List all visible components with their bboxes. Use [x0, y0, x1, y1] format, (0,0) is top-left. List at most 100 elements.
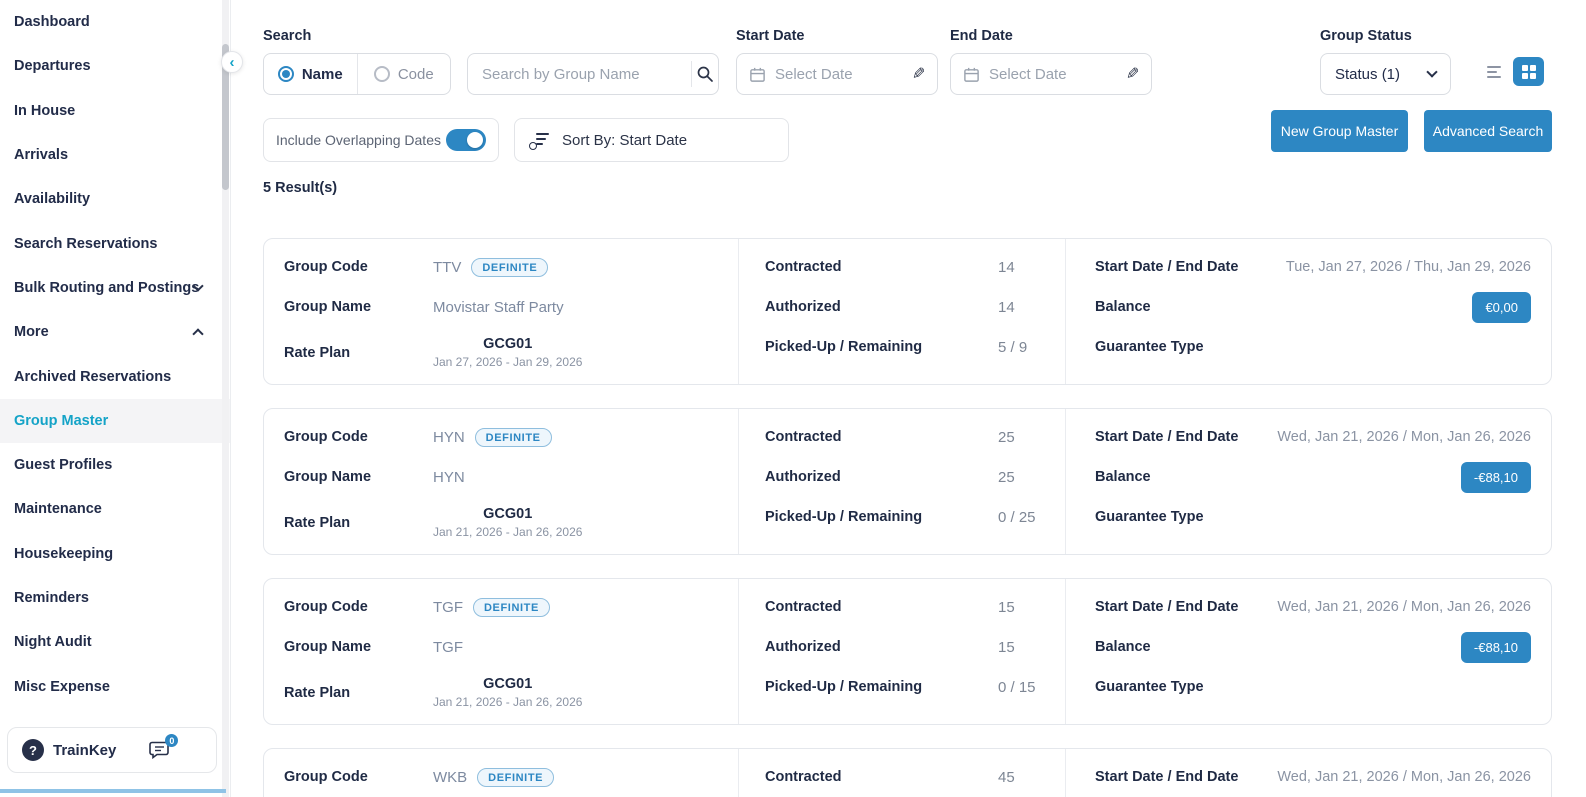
radio-code-icon[interactable] [374, 66, 390, 82]
contracted-value: 15 [998, 599, 1015, 616]
overlap-filter: Include Overlapping Dates [263, 118, 499, 162]
radio-code[interactable]: Code [357, 54, 451, 94]
radio-name-icon[interactable] [278, 66, 294, 82]
list-view-icon [1487, 66, 1501, 78]
group-master-card[interactable]: Group Code WKB DEFINITE Group Name Rate … [263, 748, 1552, 797]
balance-badge[interactable]: -€88,10 [1461, 462, 1531, 493]
sidebar-item-label: Housekeeping [14, 546, 113, 562]
sidebar-item-misc-expense[interactable]: Misc Expense [0, 664, 230, 708]
rate-plan-code: GCG01 [483, 506, 532, 522]
sidebar-item-label: Arrivals [14, 147, 68, 163]
radio-name[interactable]: Name [264, 54, 357, 94]
sidebar-item-archived-reservations[interactable]: Archived Reservations [0, 354, 230, 398]
help-icon[interactable]: ? [22, 739, 44, 761]
grid-view-icon [1522, 65, 1536, 79]
sidebar-item-label: Misc Expense [14, 679, 110, 695]
status-badge-text: DEFINITE [486, 432, 541, 444]
chevron-down-icon [1426, 66, 1437, 77]
balance-value: -€88,10 [1474, 640, 1518, 655]
rate-plan-dates: Jan 21, 2026 - Jan 26, 2026 [433, 695, 582, 709]
advanced-search-button[interactable]: Advanced Search [1424, 110, 1552, 152]
new-group-master-button[interactable]: New Group Master [1271, 110, 1408, 152]
search-type-segmented-control: Name Code [263, 53, 451, 95]
sidebar-item-departures[interactable]: Departures [0, 44, 230, 88]
grid-view-button[interactable] [1513, 57, 1544, 86]
group-master-card[interactable]: Group Code TGF DEFINITE Group Name TGF R… [263, 578, 1552, 725]
sidebar-item-label: Maintenance [14, 501, 102, 517]
card-counts-column: Contracted 15 Authorized 15 Picked-Up / … [738, 579, 1065, 724]
sidebar-item-maintenance[interactable]: Maintenance [0, 487, 230, 531]
start-date-input[interactable]: Select Date ✎ [736, 53, 938, 95]
balance-value: €0,00 [1485, 300, 1518, 315]
edit-icon[interactable]: ✎ [1126, 64, 1139, 84]
card-dates-column: Start Date / End Date Wed, Jan 21, 2026 … [1065, 409, 1551, 554]
sidebar-item-group-master[interactable]: Group Master [0, 399, 230, 443]
group-name-value: Movistar Staff Party [433, 299, 564, 316]
group-code-label: Group Code [284, 259, 433, 275]
contracted-label: Contracted [765, 259, 998, 275]
balance-badge[interactable]: €0,00 [1472, 292, 1531, 323]
guarantee-type-label: Guarantee Type [1095, 509, 1531, 525]
authorized-value: 15 [998, 639, 1015, 656]
chevron-up-icon [192, 329, 203, 340]
sidebar-item-dashboard[interactable]: Dashboard [0, 0, 230, 44]
card-counts-column: Contracted 25 Authorized 25 Picked-Up / … [738, 409, 1065, 554]
card-dates-column: Start Date / End Date Tue, Jan 27, 2026 … [1065, 239, 1551, 384]
sidebar-item-label: Reminders [14, 590, 89, 606]
sidebar-item-housekeeping[interactable]: Housekeeping [0, 532, 230, 576]
trainkey-widget[interactable]: ? TrainKey 0 [7, 727, 217, 773]
contracted-value: 25 [998, 429, 1015, 446]
app-window: Dashboard Departures In House Arrivals A… [0, 0, 1586, 797]
group-master-card[interactable]: Group Code HYN DEFINITE Group Name HYN R… [263, 408, 1552, 555]
overlap-toggle[interactable] [446, 129, 486, 151]
sidebar-item-night-audit[interactable]: Night Audit [0, 620, 230, 664]
sort-button[interactable]: Sort By: Start Date [514, 118, 789, 162]
card-info-column: Group Code TTV DEFINITE Group Name Movis… [264, 239, 738, 384]
balance-badge[interactable]: -€88,10 [1461, 632, 1531, 663]
sidebar-item-availability[interactable]: Availability [0, 177, 230, 221]
radio-code-label: Code [398, 66, 434, 83]
group-code-value: WKB [433, 769, 467, 786]
guarantee-type-label: Guarantee Type [1095, 339, 1531, 355]
sidebar-item-arrivals[interactable]: Arrivals [0, 133, 230, 177]
status-badge: DEFINITE [475, 428, 552, 447]
sidebar-item-more[interactable]: More [0, 310, 230, 354]
filter-bar: Search Name Code [231, 0, 1586, 238]
sidebar-item-label: Dashboard [14, 14, 90, 30]
sidebar-item-guest-profiles[interactable]: Guest Profiles [0, 443, 230, 487]
authorized-value: 25 [998, 469, 1015, 486]
guarantee-type-label: Guarantee Type [1095, 679, 1531, 695]
card-counts-column: Contracted 45 Authorized Picked-Up / Rem… [738, 749, 1065, 797]
search-icon[interactable] [691, 61, 718, 87]
group-status-select[interactable]: Status (1) [1320, 53, 1451, 95]
sidebar-item-label: More [14, 324, 49, 340]
status-badge: DEFINITE [471, 258, 548, 277]
search-input[interactable] [468, 66, 691, 83]
sidebar-item-search-reservations[interactable]: Search Reservations [0, 221, 230, 265]
sidebar-item-label: Archived Reservations [14, 369, 171, 385]
chevron-left-icon: ‹ [230, 55, 235, 70]
list-view-button[interactable] [1478, 57, 1509, 86]
sidebar-nav: Dashboard Departures In House Arrivals A… [0, 0, 230, 709]
sidebar-item-label: In House [14, 103, 75, 119]
end-date-input[interactable]: Select Date ✎ [950, 53, 1152, 95]
collapse-sidebar-button[interactable]: ‹ [221, 51, 243, 73]
card-info-column: Group Code TGF DEFINITE Group Name TGF R… [264, 579, 738, 724]
status-badge: DEFINITE [473, 598, 550, 617]
rate-plan-value: GCG01 Jan 21, 2026 - Jan 26, 2026 [433, 676, 582, 709]
sort-icon [531, 132, 550, 148]
authorized-value: 14 [998, 299, 1015, 316]
picked-up-remaining-value: 5 / 9 [998, 339, 1027, 356]
edit-icon[interactable]: ✎ [912, 64, 925, 84]
group-master-card[interactable]: Group Code TTV DEFINITE Group Name Movis… [263, 238, 1552, 385]
sidebar-item-in-house[interactable]: In House [0, 89, 230, 133]
contracted-label: Contracted [765, 429, 998, 445]
start-end-date-value: Wed, Jan 21, 2026 / Mon, Jan 26, 2026 [1277, 599, 1531, 615]
balance-value: -€88,10 [1474, 470, 1518, 485]
chat-icon[interactable]: 0 [149, 741, 171, 759]
sidebar-item-bulk-routing-and-postings[interactable]: Bulk Routing and Postings [0, 266, 230, 310]
search-group: Search Name Code [263, 28, 719, 95]
status-badge: DEFINITE [477, 768, 554, 787]
rate-plan-dates: Jan 27, 2026 - Jan 29, 2026 [433, 355, 582, 369]
sidebar-item-reminders[interactable]: Reminders [0, 576, 230, 620]
